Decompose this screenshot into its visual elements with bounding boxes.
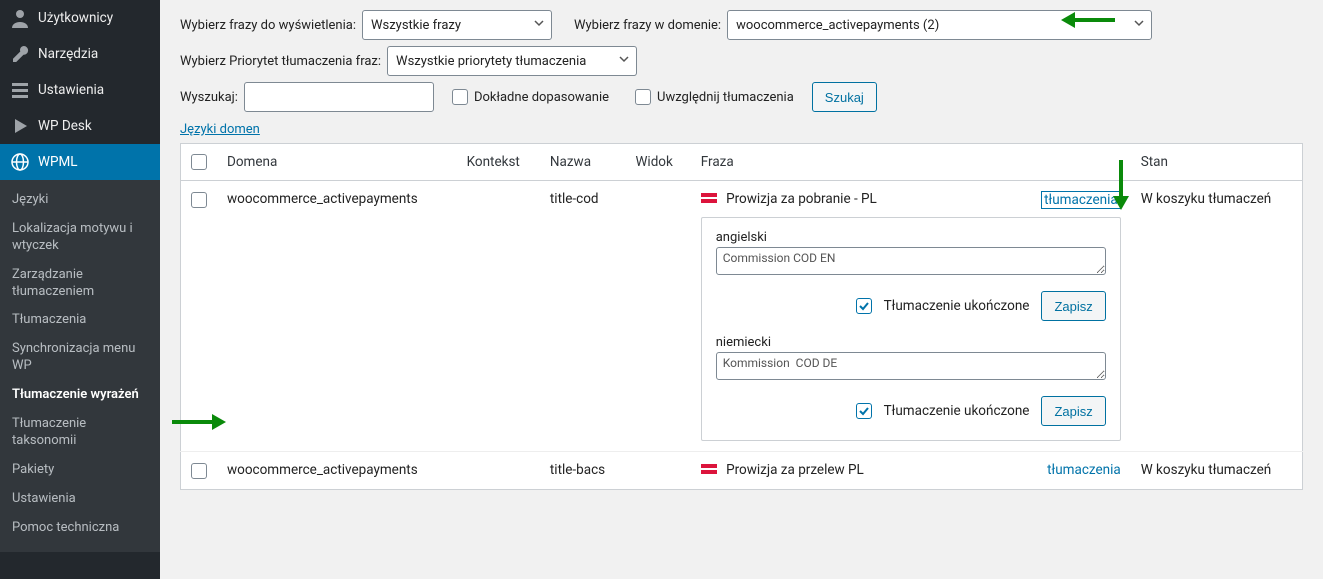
flag-pl-icon — [701, 464, 717, 474]
checkbox-exact-match[interactable] — [452, 89, 468, 105]
cell-kontekst — [457, 452, 540, 489]
checkbox-complete-en[interactable] — [856, 298, 872, 314]
submenu-item-string-translation[interactable]: Tłumaczenie wyrażeń — [0, 381, 160, 410]
col-stan[interactable]: Stan — [1131, 144, 1303, 181]
sidebar-item-label: Narzędzia — [38, 46, 98, 62]
chevron-down-icon — [1133, 17, 1145, 33]
select-priority[interactable]: Wszystkie priorytety tłumaczenia — [387, 46, 637, 76]
filter-display-label: Wybierz frazy do wyświetlenia: — [180, 18, 356, 33]
cell-widok — [625, 452, 690, 489]
col-domena[interactable]: Domena — [217, 144, 457, 181]
save-button-en[interactable]: Zapisz — [1041, 291, 1105, 321]
sidebar-item-label: Użytkownicy — [38, 10, 113, 26]
cell-fraza: Prowizja za przelew PL tłumaczenia — [691, 452, 1131, 489]
sidebar-item-label: Ustawienia — [38, 82, 104, 98]
sliders-icon — [10, 80, 30, 100]
submenu-item-theme-localization[interactable]: Lokalizacja motywu i wtyczek — [0, 215, 160, 261]
submenu-item-translations[interactable]: Tłumaczenia — [0, 306, 160, 335]
complete-label: Tłumaczenie ukończone — [884, 403, 1030, 419]
lang-label-de: niemiecki — [716, 335, 1106, 350]
cell-kontekst — [457, 181, 540, 452]
col-fraza[interactable]: Fraza — [691, 144, 1131, 181]
search-button[interactable]: Szukaj — [812, 82, 877, 112]
cell-nazwa: title-bacs — [540, 452, 626, 489]
chevron-down-icon — [533, 17, 545, 33]
submenu-item-translation-management[interactable]: Zarządzanie tłumaczeniem — [0, 261, 160, 307]
save-button-de[interactable]: Zapisz — [1041, 396, 1105, 426]
sidebar-item-users[interactable]: Użytkownicy — [0, 0, 160, 36]
filters: Wybierz frazy do wyświetlenia: Wszystkie… — [180, 10, 1303, 137]
globe-icon — [10, 152, 30, 172]
translation-input-en[interactable]: Commission COD EN — [716, 247, 1106, 275]
sidebar-item-wpml[interactable]: WPML — [0, 144, 160, 180]
sidebar-submenu: Języki Lokalizacja motywu i wtyczek Zarz… — [0, 180, 160, 552]
cell-widok — [625, 181, 690, 452]
sidebar-item-wpdesk[interactable]: WP Desk — [0, 108, 160, 144]
search-label: Wyszukaj: — [180, 90, 238, 105]
user-icon — [10, 8, 30, 28]
translations-toggle[interactable]: tłumaczenia — [1047, 462, 1121, 478]
chevron-down-icon — [618, 53, 630, 69]
table-row: woocommerce_activepayments title-cod Pro… — [181, 181, 1303, 452]
search-input[interactable] — [244, 82, 434, 112]
cell-domena: woocommerce_activepayments — [217, 452, 457, 489]
fraza-text: Prowizja za przelew PL — [726, 462, 864, 478]
translation-input-de[interactable]: Kommission COD DE — [716, 352, 1106, 380]
flag-pl-icon — [701, 193, 717, 203]
wrench-icon — [10, 44, 30, 64]
sidebar-item-label: WP Desk — [38, 118, 92, 134]
annotation-arrow-domain — [1061, 12, 1115, 28]
col-kontekst[interactable]: Kontekst — [457, 144, 540, 181]
submenu-item-languages[interactable]: Języki — [0, 186, 160, 215]
cell-domena: woocommerce_activepayments — [217, 181, 457, 452]
submenu-item-taxonomy-translation[interactable]: Tłumaczenie taksonomii — [0, 410, 160, 456]
annotation-arrow-translations — [1113, 160, 1129, 210]
submenu-item-packages[interactable]: Pakiety — [0, 456, 160, 485]
submenu-item-menu-sync[interactable]: Synchronizacja menu WP — [0, 335, 160, 381]
main-content: Wybierz frazy do wyświetlenia: Wszystkie… — [160, 0, 1323, 579]
cell-stan: W koszyku tłumaczeń — [1131, 181, 1303, 452]
select-display-phrases[interactable]: Wszystkie frazy — [362, 10, 552, 40]
fraza-text: Prowizja za pobranie - PL — [726, 191, 877, 207]
filter-priority-label: Wybierz Priorytet tłumaczenia fraz: — [180, 54, 381, 69]
table-row: woocommerce_activepayments title-bacs Pr… — [181, 452, 1303, 489]
play-icon — [10, 116, 30, 136]
checkbox-row[interactable] — [191, 192, 207, 208]
select-value: Wszystkie priorytety tłumaczenia — [396, 54, 586, 69]
col-widok[interactable]: Widok — [625, 144, 690, 181]
sidebar-item-label: WPML — [38, 154, 78, 170]
submenu-item-support[interactable]: Pomoc techniczna — [0, 514, 160, 543]
cell-nazwa: title-cod — [540, 181, 626, 452]
col-nazwa[interactable]: Nazwa — [540, 144, 626, 181]
checkbox-complete-de[interactable] — [856, 403, 872, 419]
translations-toggle[interactable]: tłumaczenia — [1041, 191, 1121, 209]
select-value: woocommerce_activepayments (2) — [736, 18, 939, 33]
include-translations-label: Uwzględnij tłumaczenia — [657, 90, 794, 105]
cell-stan: W koszyku tłumaczeń — [1131, 452, 1303, 489]
strings-table: Domena Kontekst Nazwa Widok Fraza Stan w… — [180, 143, 1303, 490]
filter-domain-label: Wybierz frazy w domenie: — [574, 18, 721, 33]
sidebar-item-settings[interactable]: Ustawienia — [0, 72, 160, 108]
annotation-arrow-submenu — [172, 414, 226, 430]
checkbox-select-all[interactable] — [191, 154, 207, 170]
select-value: Wszystkie frazy — [371, 18, 461, 33]
translations-panel: angielski Commission COD EN Tłumaczenie … — [701, 217, 1121, 441]
checkbox-include-translations[interactable] — [635, 89, 651, 105]
lang-domains-link[interactable]: Języki domen — [180, 122, 260, 137]
lang-label-en: angielski — [716, 230, 1106, 245]
admin-sidebar: Użytkownicy Narzędzia Ustawienia WP Desk… — [0, 0, 160, 579]
checkbox-row[interactable] — [191, 463, 207, 479]
submenu-item-settings[interactable]: Ustawienia — [0, 485, 160, 514]
complete-label: Tłumaczenie ukończone — [884, 298, 1030, 314]
sidebar-item-tools[interactable]: Narzędzia — [0, 36, 160, 72]
cell-fraza: Prowizja za pobranie - PL tłumaczenia an… — [691, 181, 1131, 452]
exact-match-label: Dokładne dopasowanie — [474, 90, 609, 105]
